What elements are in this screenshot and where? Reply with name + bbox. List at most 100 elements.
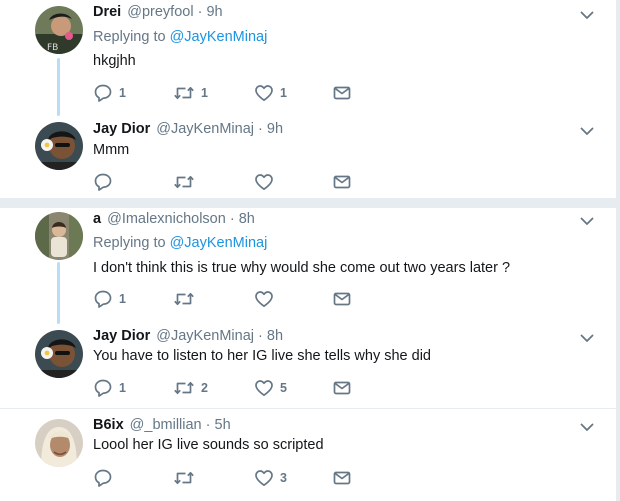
message-button[interactable] — [332, 378, 352, 398]
retweet-icon — [173, 289, 195, 309]
reply-icon — [93, 83, 113, 103]
reply-button[interactable]: 1 — [93, 83, 126, 103]
tweet-text: I don't think this is true why would she… — [93, 260, 511, 276]
retweet-icon — [173, 378, 195, 398]
chevron-down-icon[interactable] — [578, 212, 596, 230]
reply-button[interactable]: 1 — [93, 289, 126, 309]
avatar[interactable]: FB — [35, 6, 83, 54]
reply-icon — [93, 378, 113, 398]
tweet-reply[interactable]: a @Imalexnicholson · 8h Replying to @Jay… — [0, 208, 620, 324]
like-button[interactable]: 1 — [254, 83, 287, 103]
message-button[interactable] — [332, 83, 352, 103]
tweet-actions: 1 1 1 — [93, 83, 363, 103]
like-count: 1 — [280, 86, 287, 100]
like-button[interactable]: 5 — [254, 378, 287, 398]
tweet-text: hkgjhh — [93, 53, 136, 69]
reply-button[interactable] — [93, 468, 119, 488]
tweet-header: Jay Dior @JayKenMinaj · 8h — [93, 328, 283, 344]
tweet-header: a @Imalexnicholson · 8h — [93, 211, 255, 227]
retweet-button[interactable] — [173, 172, 201, 192]
tweet-text: You have to listen to her IG live she te… — [93, 348, 431, 364]
tweet-reply[interactable]: B6ix @_bmillian · 5h Loool her IG live s… — [0, 409, 620, 501]
like-icon — [254, 289, 274, 309]
tweet-actions: 1 2 5 — [93, 378, 363, 398]
author-name[interactable]: Drei — [93, 4, 121, 20]
conversation-divider — [0, 198, 620, 208]
like-count: 3 — [280, 471, 287, 485]
retweet-button[interactable]: 1 — [173, 83, 208, 103]
avatar[interactable] — [35, 122, 83, 170]
message-icon — [332, 378, 352, 398]
tweet-reply[interactable]: Jay Dior @JayKenMinaj · 8h You have to l… — [0, 320, 620, 408]
like-count: 5 — [280, 381, 287, 395]
tweet-header: Drei @preyfool · 9h — [93, 4, 223, 20]
retweet-button[interactable] — [173, 468, 201, 488]
message-button[interactable] — [332, 172, 352, 192]
timestamp[interactable]: · 8h — [226, 211, 255, 227]
like-button[interactable]: 3 — [254, 468, 287, 488]
reply-count: 1 — [119, 86, 126, 100]
message-button[interactable] — [332, 468, 352, 488]
tweet-reply[interactable]: FB Drei @preyfool · 9h Replying to @JayK… — [0, 0, 620, 116]
author-name[interactable]: a — [93, 211, 101, 227]
avatar[interactable] — [35, 212, 83, 260]
tweet-actions: 3 — [93, 468, 363, 488]
avatar[interactable] — [35, 330, 83, 378]
reply-button[interactable]: 1 — [93, 378, 126, 398]
tweet-reply[interactable]: Jay Dior @JayKenMinaj · 9h Mmm — [0, 108, 620, 198]
timestamp[interactable]: · 5h — [202, 417, 231, 433]
retweet-button[interactable]: 2 — [173, 378, 208, 398]
like-icon — [254, 83, 274, 103]
author-name[interactable]: Jay Dior — [93, 328, 150, 344]
retweet-count: 2 — [201, 381, 208, 395]
author-name[interactable]: Jay Dior — [93, 121, 150, 137]
replying-to: Replying to @JayKenMinaj — [93, 235, 267, 251]
author-handle[interactable]: @JayKenMinaj — [156, 121, 254, 137]
like-icon — [254, 378, 274, 398]
replying-to-label: Replying to — [93, 29, 170, 45]
reply-icon — [93, 468, 113, 488]
author-handle[interactable]: @preyfool — [127, 4, 193, 20]
tweet-actions: 1 — [93, 289, 363, 309]
svg-text:FB: FB — [47, 43, 58, 53]
like-button[interactable] — [254, 172, 280, 192]
timestamp[interactable]: · 8h — [254, 328, 283, 344]
mention-link[interactable]: @JayKenMinaj — [170, 235, 268, 251]
reply-icon — [93, 172, 113, 192]
timeline-edge — [616, 0, 620, 501]
reply-count: 1 — [119, 292, 126, 306]
message-icon — [332, 289, 352, 309]
like-icon — [254, 172, 274, 192]
like-button[interactable] — [254, 289, 280, 309]
tweet-actions — [93, 172, 363, 192]
message-icon — [332, 172, 352, 192]
like-icon — [254, 468, 274, 488]
tweet-text: Loool her IG live sounds so scripted — [93, 437, 324, 453]
tweet-text: Mmm — [93, 142, 130, 158]
replying-to: Replying to @JayKenMinaj — [93, 29, 267, 45]
author-name[interactable]: B6ix — [93, 417, 124, 433]
message-icon — [332, 468, 352, 488]
tweet-header: Jay Dior @JayKenMinaj · 9h — [93, 121, 283, 137]
retweet-icon — [173, 83, 195, 103]
mention-link[interactable]: @JayKenMinaj — [170, 29, 268, 45]
reply-icon — [93, 289, 113, 309]
retweet-icon — [173, 468, 195, 488]
author-handle[interactable]: @JayKenMinaj — [156, 328, 254, 344]
message-button[interactable] — [332, 289, 352, 309]
timestamp[interactable]: · 9h — [254, 121, 283, 137]
chevron-down-icon[interactable] — [578, 6, 596, 24]
author-handle[interactable]: @_bmillian — [130, 417, 202, 433]
author-handle[interactable]: @Imalexnicholson — [107, 211, 226, 227]
chevron-down-icon[interactable] — [578, 329, 596, 347]
reply-count: 1 — [119, 381, 126, 395]
reply-button[interactable] — [93, 172, 119, 192]
message-icon — [332, 83, 352, 103]
retweet-button[interactable] — [173, 289, 201, 309]
timestamp[interactable]: · 9h — [194, 4, 223, 20]
avatar[interactable] — [35, 419, 83, 467]
chevron-down-icon[interactable] — [578, 122, 596, 140]
retweet-icon — [173, 172, 195, 192]
chevron-down-icon[interactable] — [578, 418, 596, 436]
thread-line — [57, 262, 60, 324]
